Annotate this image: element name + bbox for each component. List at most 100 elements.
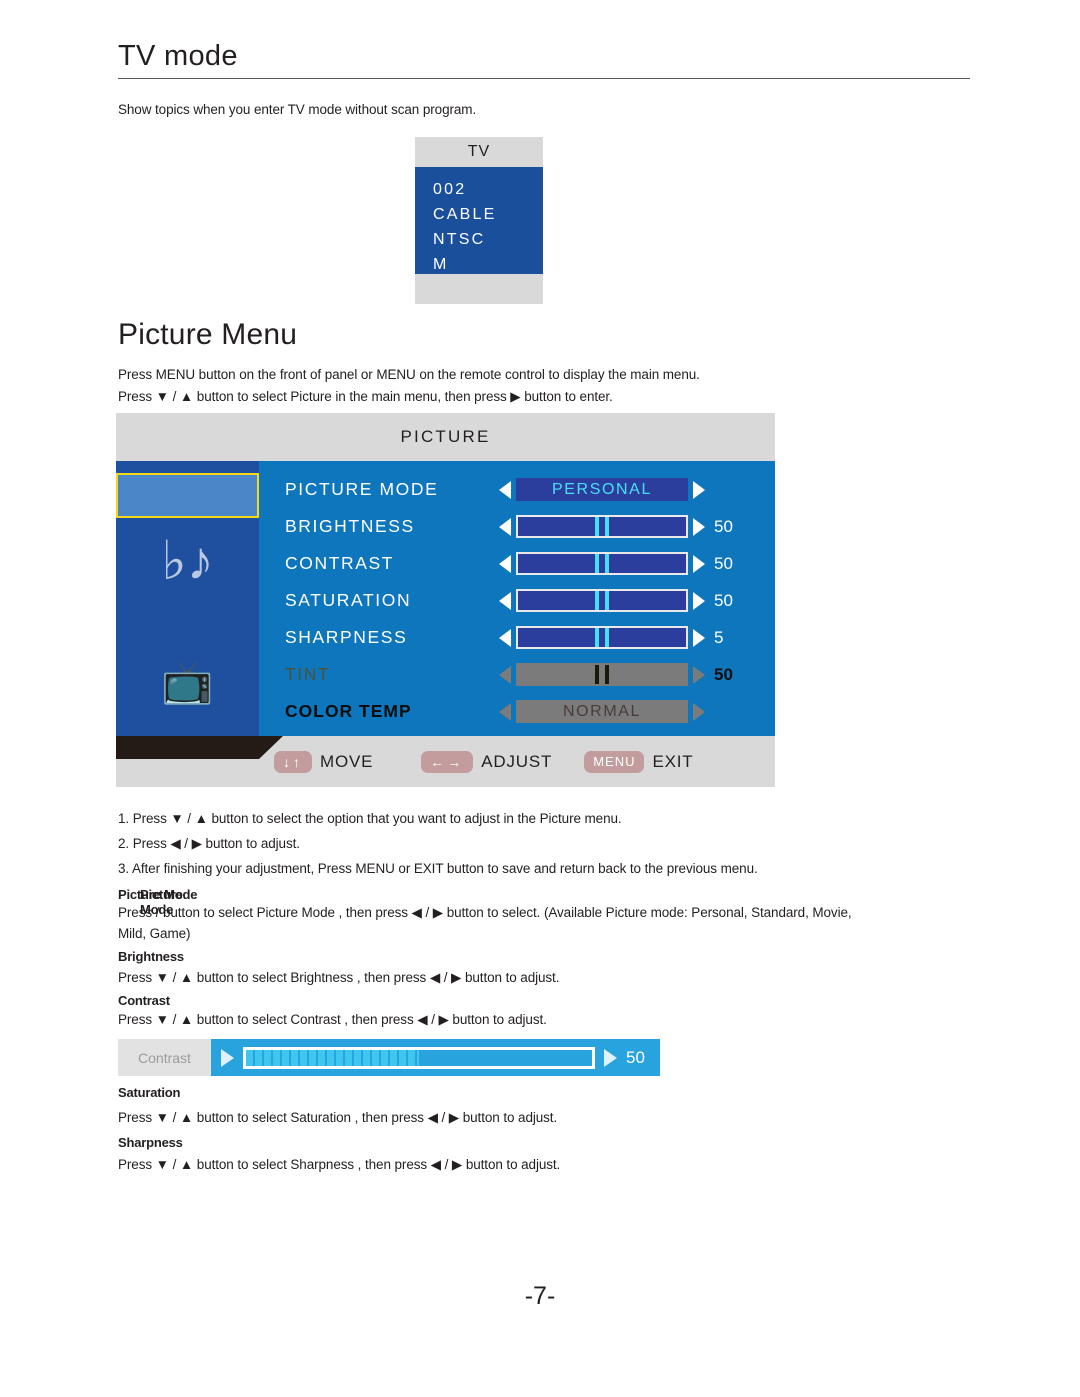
osd-footer-exit[interactable]: MENU EXIT	[584, 750, 694, 773]
right-arrow-icon[interactable]	[693, 702, 705, 721]
osd-body: ♭♪ 📺 PICTURE MODE PERSONAL BRIGHTNESS 50…	[116, 461, 775, 736]
title-divider	[118, 78, 970, 79]
osd-row-control[interactable]: NORMAL	[499, 700, 705, 723]
left-arrow-icon[interactable]	[499, 591, 511, 610]
section-heading-brightness: Brightness	[118, 949, 184, 964]
left-arrow-icon[interactable]	[499, 554, 511, 573]
osd-footer: ↓↑ MOVE ←→ ADJUST MENU EXIT	[116, 736, 775, 787]
osd-row-color-temp[interactable]: COLOR TEMP NORMAL	[259, 693, 775, 730]
osd-row-label: SATURATION	[285, 590, 412, 610]
osd-slider[interactable]	[516, 552, 688, 575]
sidebar-item-picture[interactable]	[116, 473, 259, 518]
osd-rows: PICTURE MODE PERSONAL BRIGHTNESS 50 CONT…	[259, 461, 775, 736]
osd-footer-adjust[interactable]: ←→ ADJUST	[421, 750, 553, 773]
exit-label: EXIT	[652, 751, 694, 771]
osd-value-number: 50	[714, 553, 733, 573]
picture-menu-desc-2: Press ▼ / ▲ button to select Picture in …	[118, 389, 613, 404]
left-arrow-icon[interactable]	[221, 1048, 234, 1067]
osd-slider[interactable]	[516, 663, 688, 686]
step-2: 2. Press ◀ / ▶ button to adjust.	[118, 836, 300, 851]
section-heading-contrast: Contrast	[118, 993, 170, 1008]
section-title: Picture Menu	[118, 318, 298, 351]
osd-row-sharpness[interactable]: SHARPNESS 5	[259, 619, 775, 656]
section-body-contrast: Press ▼ / ▲ button to select Contrast , …	[118, 1012, 547, 1027]
osd-value-number: 50	[714, 516, 733, 536]
step-1: 1. Press ▼ / ▲ button to select the opti…	[118, 811, 622, 826]
osd-row-control[interactable]: 50	[499, 589, 740, 612]
tv-info-channel: 002	[433, 181, 467, 198]
contrast-widget-value: 50	[626, 1047, 645, 1067]
step-3: 3. After finishing your adjustment, Pres…	[118, 861, 758, 876]
contrast-widget-label: Contrast	[118, 1039, 211, 1076]
osd-slider[interactable]	[516, 515, 688, 538]
osd-value-number: 50	[714, 664, 733, 684]
tv-icon[interactable]: 📺	[116, 661, 259, 703]
osd-row-label: CONTRAST	[285, 553, 395, 573]
move-label: MOVE	[320, 751, 374, 771]
osd-row-control[interactable]: 50	[499, 663, 740, 686]
tv-info-footer	[415, 274, 543, 304]
left-arrow-icon[interactable]	[499, 480, 511, 499]
osd-row-control[interactable]: PERSONAL	[499, 478, 705, 501]
section-body-picture-mode-line-2: Mild, Game)	[118, 926, 191, 941]
osd-row-contrast[interactable]: CONTRAST 50	[259, 545, 775, 582]
adjust-label: ADJUST	[481, 751, 553, 771]
right-arrow-icon[interactable]	[693, 480, 705, 499]
right-arrow-icon[interactable]	[604, 1048, 617, 1067]
osd-slider[interactable]	[516, 589, 688, 612]
osd-row-control[interactable]: 50	[499, 515, 740, 538]
tv-info-source: CABLE	[433, 206, 497, 223]
osd-value-number: 50	[714, 590, 733, 610]
right-arrow-icon[interactable]	[693, 591, 705, 610]
page-title: TV mode	[118, 40, 238, 72]
right-arrow-icon[interactable]	[693, 628, 705, 647]
osd-title: PICTURE	[400, 427, 491, 446]
left-arrow-icon[interactable]	[499, 628, 511, 647]
contrast-widget-fill	[246, 1049, 419, 1066]
tv-info-header: TV	[415, 137, 543, 167]
osd-row-control[interactable]: 50	[499, 552, 740, 575]
section-body-saturation: Press ▼ / ▲ button to select Saturation …	[118, 1110, 558, 1125]
contrast-widget-track[interactable]	[243, 1046, 595, 1069]
osd-row-control[interactable]: 5	[499, 626, 740, 649]
right-arrow-icon[interactable]	[693, 554, 705, 573]
tv-info-body: 002 CABLE NTSC M	[415, 167, 543, 274]
tv-info-box: TV 002 CABLE NTSC M	[415, 137, 543, 304]
osd-footer-move[interactable]: ↓↑ MOVE	[274, 750, 374, 773]
osd-slider[interactable]	[516, 626, 688, 649]
page-number: -7-	[524, 1282, 556, 1310]
left-arrow-icon[interactable]	[499, 702, 511, 721]
osd-row-label: SHARPNESS	[285, 627, 408, 647]
intro-text: Show topics when you enter TV mode witho…	[118, 102, 477, 117]
osd-sidebar: ♭♪ 📺	[116, 461, 259, 736]
left-arrow-icon[interactable]	[499, 517, 511, 536]
section-body-sharpness: Press ▼ / ▲ button to select Sharpness ,…	[118, 1157, 561, 1172]
osd-row-label: COLOR TEMP	[285, 701, 412, 721]
osd-row-tint[interactable]: TINT 50	[259, 656, 775, 693]
osd-row-label: BRIGHTNESS	[285, 516, 415, 536]
contrast-slider-widget[interactable]: Contrast 50	[118, 1039, 660, 1076]
osd-row-saturation[interactable]: SATURATION 50	[259, 582, 775, 619]
right-arrow-icon[interactable]	[693, 665, 705, 684]
music-note-icon[interactable]: ♭♪	[116, 534, 259, 588]
osd-value-box: PERSONAL	[516, 478, 688, 501]
osd-row-label: TINT	[285, 664, 331, 684]
tv-info-standard: NTSC	[433, 231, 486, 248]
left-arrow-icon[interactable]	[499, 665, 511, 684]
osd-row-brightness[interactable]: BRIGHTNESS 50	[259, 508, 775, 545]
move-arrows-icon[interactable]: ↓↑	[274, 750, 312, 773]
osd-row-picture-mode[interactable]: PICTURE MODE PERSONAL	[259, 471, 775, 508]
section-heading-saturation: Saturation	[118, 1085, 181, 1100]
section-heading-sharpness: Sharpness	[118, 1135, 183, 1150]
osd-value-number: 5	[714, 627, 724, 647]
contrast-widget-body[interactable]: 50	[211, 1039, 660, 1076]
adjust-arrows-icon[interactable]: ←→	[421, 750, 474, 773]
menu-button-pill[interactable]: MENU	[584, 750, 645, 773]
section-body-brightness: Press ▼ / ▲ button to select Brightness …	[118, 970, 560, 985]
osd-value-box: NORMAL	[516, 700, 688, 723]
right-arrow-icon[interactable]	[693, 517, 705, 536]
osd-row-label: PICTURE MODE	[285, 479, 439, 499]
section-body-picture-mode-line-1: Press / button to select Picture Mode , …	[118, 905, 852, 920]
osd-picture-panel: PICTURE ♭♪ 📺 PICTURE MODE PERSONAL BRIGH…	[116, 413, 775, 787]
picture-menu-desc-1: Press MENU button on the front of panel …	[118, 367, 700, 382]
